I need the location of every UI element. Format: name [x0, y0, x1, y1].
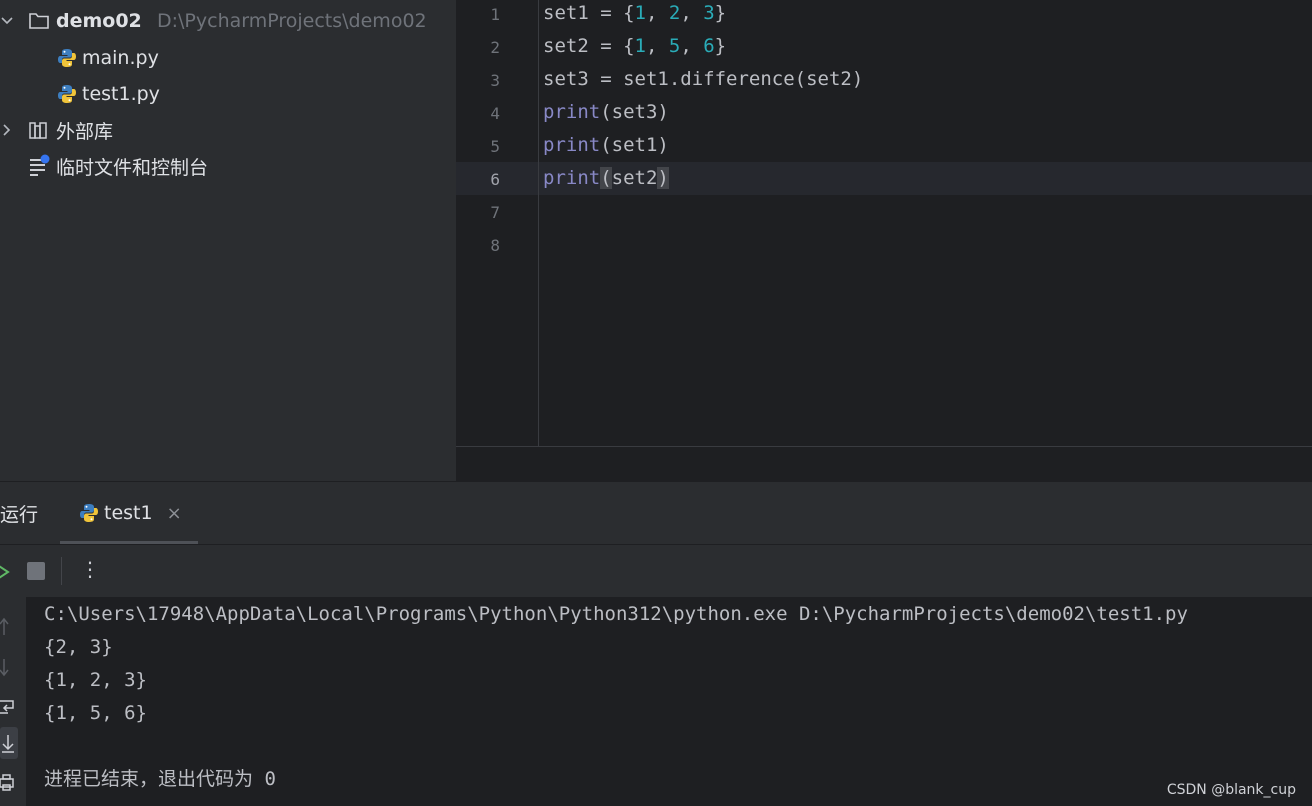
run-header: 运行 test1 ×	[0, 482, 1312, 545]
line-number: 6	[490, 170, 500, 189]
run-toolbar: ⋮	[0, 545, 1312, 597]
library-icon	[28, 120, 50, 145]
scroll-down-icon[interactable]	[0, 657, 14, 681]
scroll-up-icon[interactable]	[0, 617, 14, 641]
code-line-6[interactable]: print(set2)	[543, 162, 669, 195]
active-tab-indicator	[60, 541, 198, 544]
project-tool-window: demo02 D:\PycharmProjects\demo02 main.py…	[0, 0, 456, 480]
file-label: test1.py	[82, 83, 160, 105]
rerun-icon[interactable]	[0, 561, 10, 587]
tree-label: 临时文件和控制台	[56, 156, 209, 179]
scroll-to-end-icon[interactable]	[0, 727, 18, 759]
more-icon[interactable]: ⋮	[80, 557, 100, 581]
code-editor[interactable]: 1 2 3 4 5 6 7 8 set1 = {1, 2, 3} set2 = …	[456, 0, 1312, 446]
tree-root-name: demo02	[56, 10, 142, 32]
toolbar-separator	[61, 557, 62, 585]
folder-icon	[28, 11, 50, 36]
console-output-line: {2, 3}	[44, 636, 113, 658]
run-tool-window: 运行 test1 × ⋮ C:\Users\17948\AppData\Loca…	[0, 481, 1312, 806]
console-output-line: {1, 2, 3}	[44, 669, 147, 691]
run-panel-title: 运行	[0, 504, 39, 526]
python-file-icon	[56, 47, 78, 69]
soft-wrap-icon[interactable]	[0, 697, 16, 721]
line-number: 8	[490, 236, 500, 255]
editor-bottom-strip	[456, 446, 1312, 481]
line-number-gutter: 1 2 3 4 5 6 7 8	[456, 0, 539, 446]
file-label: main.py	[82, 47, 159, 69]
python-file-icon	[78, 502, 100, 524]
tree-label: 外部库	[56, 120, 114, 143]
line-number: 7	[490, 203, 500, 222]
close-icon[interactable]: ×	[167, 503, 182, 524]
line-number: 3	[490, 71, 500, 90]
line-number: 4	[490, 104, 500, 123]
console-side-toolbar	[0, 597, 26, 806]
chevron-right-icon[interactable]	[0, 123, 14, 137]
stop-icon[interactable]	[27, 562, 45, 584]
code-line-1[interactable]: set1 = {1, 2, 3}	[543, 0, 726, 30]
tree-item-file[interactable]: main.py	[56, 40, 159, 76]
tab-label: test1	[104, 502, 153, 524]
scratches-icon	[28, 154, 52, 181]
watermark: CSDN @blank_cup	[1166, 782, 1296, 798]
code-line-2[interactable]: set2 = {1, 5, 6}	[543, 30, 726, 63]
console-output-line: {1, 5, 6}	[44, 702, 147, 724]
python-file-icon	[56, 83, 78, 105]
line-number: 1	[490, 5, 500, 24]
print-icon[interactable]	[0, 773, 16, 797]
line-number: 5	[490, 137, 500, 156]
code-line-5[interactable]: print(set1)	[543, 129, 669, 162]
tree-item-file[interactable]: test1.py	[56, 76, 160, 112]
tree-root-path: D:\PycharmProjects\demo02	[157, 10, 427, 32]
line-number: 2	[490, 38, 500, 57]
code-line-4[interactable]: print(set3)	[543, 96, 669, 129]
chevron-down-icon[interactable]	[0, 14, 14, 28]
code-line-3[interactable]: set3 = set1.difference(set2)	[543, 63, 863, 96]
tab-test1[interactable]: test1 ×	[60, 482, 198, 544]
console-command-line: C:\Users\17948\AppData\Local\Programs\Py…	[44, 603, 1188, 625]
console-exit-message: 进程已结束，退出代码为 0	[44, 768, 276, 790]
